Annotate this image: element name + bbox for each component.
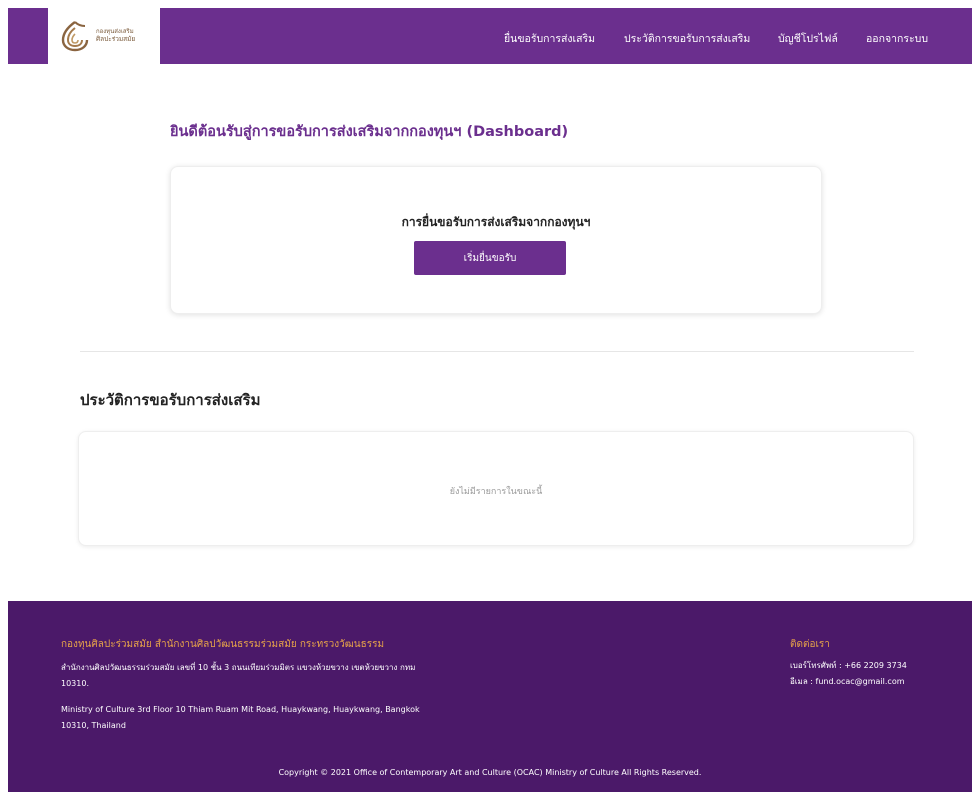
page-title: ยินดีต้อนรับสู่การขอรับการส่งเสริมจากกอง… bbox=[170, 124, 569, 140]
history-section-title: ประวัติการขอรับการส่งเสริม bbox=[80, 391, 261, 409]
footer-email[interactable]: อีเมล : fund.ocac@gmail.com bbox=[790, 675, 905, 688]
footer-copyright: Copyright © 2021 Office of Contemporary … bbox=[278, 768, 702, 777]
footer-contact-title: ติดต่อเรา bbox=[790, 639, 830, 650]
history-empty-message: ยังไม่มีรายการในขณะนี้ bbox=[449, 487, 543, 497]
footer: กองทุนศิลปะร่วมสมัย สำนักงานศิลปวัฒนธรรม… bbox=[8, 601, 972, 792]
apply-card: การยื่นขอรับการส่งเสริมจากกองทุนฯ เริ่มย… bbox=[170, 166, 822, 314]
section-divider bbox=[80, 351, 914, 352]
footer-phone: เบอร์โทรศัพท์ : +66 2209 3734 bbox=[790, 661, 907, 670]
start-application-button[interactable]: เริ่มยื่นขอรับ bbox=[414, 241, 566, 275]
logo-text-line2: ศิลปะร่วมสมัย bbox=[96, 35, 136, 44]
nav-item-logout[interactable]: ออกจากระบบ bbox=[866, 30, 928, 47]
footer-org-title: กองทุนศิลปะร่วมสมัย สำนักงานศิลปวัฒนธรรม… bbox=[61, 639, 385, 650]
nav-item-apply[interactable]: ยื่นขอรับการส่งเสริม bbox=[504, 30, 595, 47]
nav-item-profile[interactable]: บัญชีโปรไฟล์ bbox=[778, 30, 838, 47]
apply-card-title: การยื่นขอรับการส่งเสริมจากกองทุนฯ bbox=[401, 215, 591, 229]
logo[interactable]: กองทุนส่งเสริม ศิลปะร่วมสมัย bbox=[48, 8, 160, 64]
logo-text: กองทุนส่งเสริม ศิลปะร่วมสมัย bbox=[96, 29, 135, 43]
page: กองทุนส่งเสริม ศิลปะร่วมสมัย ยื่นขอรับกา… bbox=[8, 8, 972, 792]
history-card: ยังไม่มีรายการในขณะนี้ bbox=[78, 431, 914, 546]
nav-item-history[interactable]: ประวัติการขอรับการส่งเสริม bbox=[624, 30, 750, 47]
footer-address-th: สำนักงานศิลปวัฒนธรรมร่วมสมัย เลขที่ 10 ช… bbox=[61, 663, 416, 688]
top-navbar: กองทุนส่งเสริม ศิลปะร่วมสมัย ยื่นขอรับกา… bbox=[8, 8, 972, 64]
footer-address-en: Ministry of Culture 3rd Floor 10 Thiam R… bbox=[61, 705, 420, 730]
fund-logo-icon bbox=[61, 21, 89, 52]
